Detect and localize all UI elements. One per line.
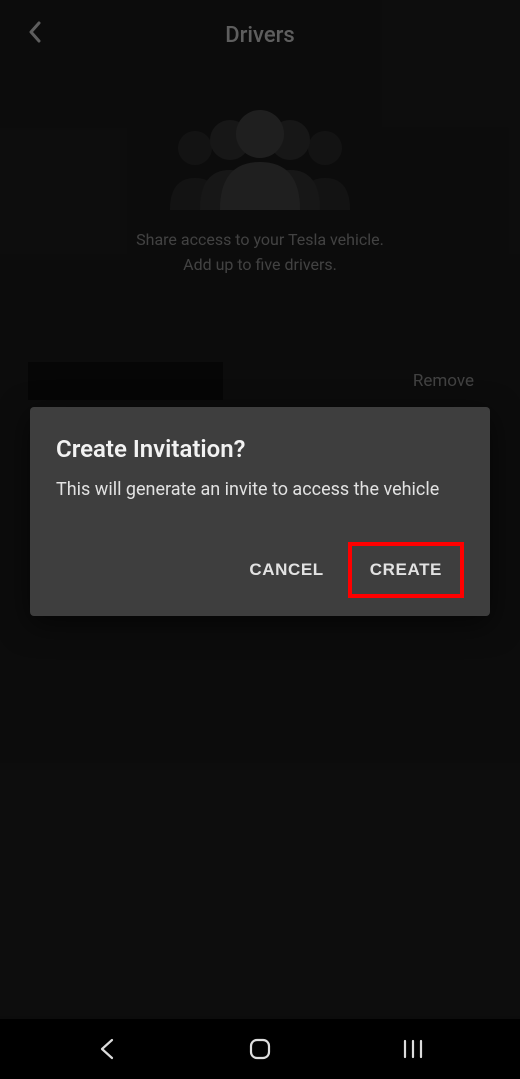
nav-back-button[interactable] xyxy=(77,1037,137,1061)
nav-recents-button[interactable] xyxy=(383,1039,443,1059)
nav-home-button[interactable] xyxy=(230,1037,290,1061)
nav-recents-icon xyxy=(402,1039,424,1059)
dialog-title: Create Invitation? xyxy=(56,435,464,463)
create-invitation-dialog: Create Invitation? This will generate an… xyxy=(30,407,490,616)
dialog-actions: CANCEL CREATE xyxy=(56,542,464,598)
system-nav-bar xyxy=(0,1019,520,1079)
cancel-button[interactable]: CANCEL xyxy=(231,542,341,598)
nav-back-icon xyxy=(98,1037,116,1061)
dialog-body: This will generate an invite to access t… xyxy=(56,477,464,502)
create-button[interactable]: CREATE xyxy=(348,542,464,598)
nav-home-icon xyxy=(248,1037,272,1061)
